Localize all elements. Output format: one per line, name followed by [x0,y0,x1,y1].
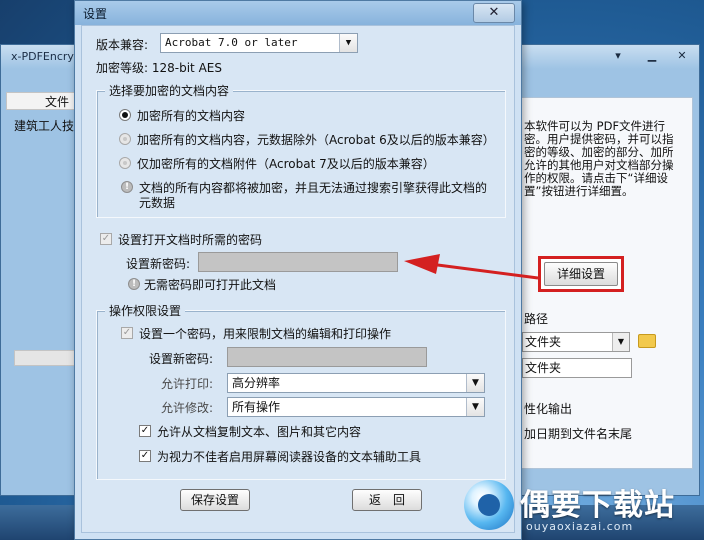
permissions-group: 操作权限设置 ✓ 设置一个密码，用来限制文档的编辑和打印操作 设置新密码: 允许… [96,302,506,480]
folder-select[interactable]: 文件夹 ▼ [522,332,630,352]
encryption-level: 加密等级: 128-bit AES [96,61,222,75]
allow-modify-value: 所有操作 [232,400,281,414]
permissions-group-title: 操作权限设置 [105,302,186,319]
folder-icon[interactable] [638,334,656,348]
watermark-title: 偶要下载站 [520,488,675,523]
dialog-title: 设置 [83,7,108,21]
content-info-line2: 元数据 [139,196,176,210]
chevron-down-icon[interactable]: ▼ [339,34,357,52]
detail-settings-button[interactable]: 详细设置 [544,262,618,286]
permissions-password-checkbox[interactable]: ✓ [121,327,133,339]
output-path-label: 路径 [524,312,549,326]
allow-modify-select[interactable]: 所有操作 ▼ [227,397,485,417]
chevron-down-icon[interactable]: ▼ [466,398,484,416]
allow-copy-checkbox[interactable]: ✓ [139,425,151,437]
folder-select-value: 文件夹 [525,335,562,349]
open-new-password-label: 设置新密码: [126,257,191,271]
permissions-password-label[interactable]: 设置一个密码，用来限制文档的编辑和打印操作 [139,325,391,342]
permissions-new-password-label: 设置新密码: [149,352,214,366]
radio-encrypt-all[interactable] [119,109,131,121]
content-info-line1: 文档的所有内容都将被加密，并且无法通过搜索引擎获得此文档的 [139,181,488,195]
permissions-password-field[interactable] [227,347,427,367]
version-select[interactable]: Acrobat 7.0 or later ▼ [160,33,358,53]
file-list-item[interactable]: 建筑工人技 [14,117,76,134]
accessibility-checkbox[interactable]: ✓ [139,450,151,462]
allow-modify-label: 允许修改: [161,401,214,415]
annotation-arrow-icon [404,254,539,280]
append-date-option[interactable]: 加日期到文件名末尾 [524,425,632,442]
chevron-down-icon[interactable]: ▼ [466,374,484,392]
allow-print-label: 允许打印: [161,377,214,391]
dialog-titlebar: 设置 ✕ [75,1,521,25]
version-label: 版本兼容: [96,38,149,52]
save-settings-button[interactable]: 保存设置 [180,489,250,511]
open-password-field[interactable] [198,252,398,272]
accessibility-label[interactable]: 为视力不佳者启用屏幕阅读器设备的文本辅助工具 [157,448,421,465]
open-password-info: 无需密码即可打开此文档 [144,278,277,292]
radio-encrypt-except-metadata-label[interactable]: 加密所有的文档内容，元数据除外（Acrobat 6及以后的版本兼容） [137,131,495,148]
minimize-icon[interactable]: ▾ [607,49,629,63]
allow-print-select[interactable]: 高分辨率 ▼ [227,373,485,393]
radio-encrypt-except-metadata[interactable] [119,133,131,145]
radio-encrypt-all-label[interactable]: 加密所有的文档内容 [137,107,245,124]
open-password-label[interactable]: 设置打开文档时所需的密码 [118,231,262,248]
info-icon: ! [121,181,133,193]
folder-input[interactable]: 文件夹 [522,358,632,378]
personalized-output-option[interactable]: 性化输出 [524,400,572,417]
allow-print-value: 高分辨率 [232,376,281,390]
watermark: 偶要下载站 ouyaoxiazai.com [460,474,700,540]
watermark-subtitle: ouyaoxiazai.com [526,520,634,533]
back-button[interactable]: 返 回 [352,489,422,511]
info-text: 本软件可以为 PDF文件进行密。用户提供密码，并可以指密的等级、加密的部分、加所… [524,119,674,198]
open-password-checkbox[interactable]: ✓ [100,233,112,245]
info-icon: ! [128,278,140,290]
file-column-header[interactable]: 文件 [6,92,76,110]
content-group: 选择要加密的文档内容 加密所有的文档内容 加密所有的文档内容，元数据除外（Acr… [96,82,506,218]
site-logo-icon [464,480,514,530]
radio-encrypt-attachments-label[interactable]: 仅加密所有的文档附件（Acrobat 7及以后的版本兼容） [137,155,435,172]
radio-encrypt-attachments[interactable] [119,157,131,169]
close-icon[interactable]: ✕ [671,49,693,63]
close-button[interactable]: ✕ [473,3,515,23]
detail-settings-highlight: 详细设置 [538,256,624,292]
version-select-value: Acrobat 7.0 or later [165,36,298,49]
minimize-button[interactable]: ▁ [641,49,663,63]
allow-copy-label[interactable]: 允许从文档复制文本、图片和其它内容 [157,423,361,440]
horizontal-scrollbar[interactable] [14,350,78,366]
content-group-title: 选择要加密的文档内容 [105,82,234,99]
chevron-down-icon[interactable]: ▼ [612,333,629,351]
